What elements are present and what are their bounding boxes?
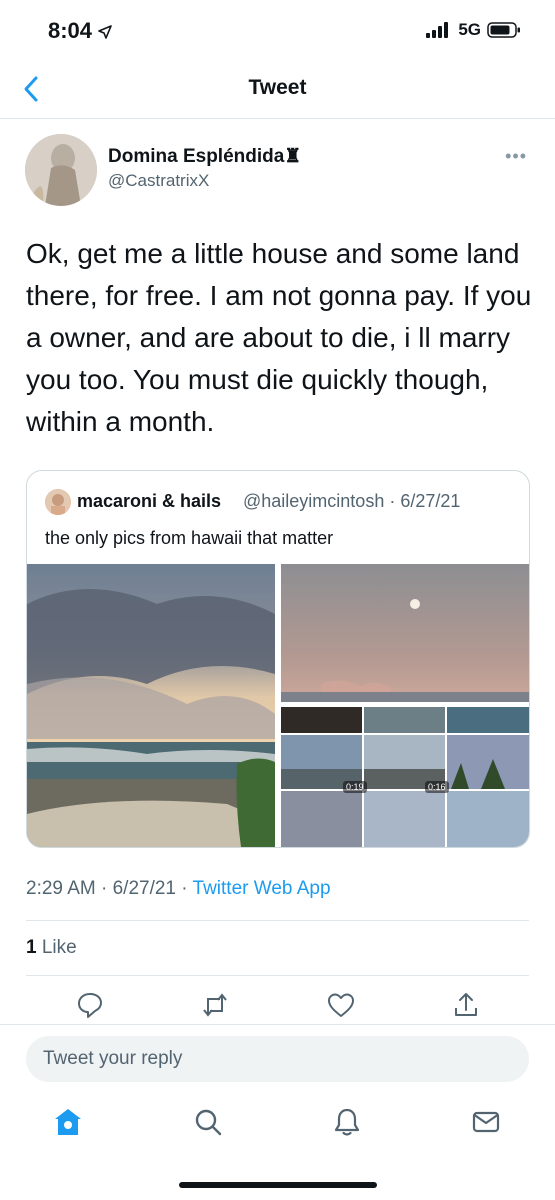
avatar[interactable] bbox=[25, 134, 97, 206]
quote-author-name: macaroni & hails bbox=[77, 491, 222, 511]
like-count[interactable]: 1 Like bbox=[26, 937, 77, 959]
home-indicator bbox=[179, 1182, 377, 1188]
search-icon[interactable] bbox=[192, 1106, 224, 1138]
reply-placeholder: Tweet your reply bbox=[43, 1048, 183, 1069]
network-label: 5G bbox=[458, 20, 481, 39]
photo-grid[interactable] bbox=[281, 707, 529, 847]
photo-sunset-beach[interactable] bbox=[27, 564, 275, 847]
battery-icon bbox=[487, 22, 520, 38]
quote-text: the only pics from hawaii that matter bbox=[45, 528, 334, 548]
status-time: 8:04 bbox=[48, 18, 112, 44]
notifications-icon[interactable] bbox=[331, 1106, 363, 1138]
location-arrow-icon bbox=[98, 25, 112, 39]
photo-moon-sky[interactable] bbox=[281, 564, 529, 702]
home-icon[interactable] bbox=[52, 1106, 84, 1138]
author-handle[interactable]: @CastratrixX bbox=[108, 171, 209, 191]
divider bbox=[0, 1024, 555, 1025]
video-duration: 0:19 bbox=[343, 781, 367, 793]
quoted-tweet[interactable]: macaroni & hails @haileyimcintosh · 6/27… bbox=[26, 470, 530, 848]
tweet-source-link[interactable]: Twitter Web App bbox=[193, 878, 331, 899]
reply-input[interactable]: Tweet your reply bbox=[26, 1036, 529, 1082]
divider bbox=[26, 975, 529, 976]
retweet-icon[interactable] bbox=[200, 990, 230, 1020]
nav-header: Tweet bbox=[0, 60, 555, 119]
messages-icon[interactable] bbox=[470, 1106, 502, 1138]
video-duration: 0:16 bbox=[425, 781, 449, 793]
tweet-text: Ok, get me a little house and some land … bbox=[26, 238, 532, 437]
like-icon[interactable] bbox=[326, 990, 356, 1020]
tweet-timestamp: 2:29 AM · 6/27/21 · Twitter Web App bbox=[26, 878, 331, 899]
author-name[interactable]: Domina Espléndida♜ bbox=[108, 145, 301, 168]
more-icon[interactable]: ••• bbox=[505, 146, 527, 167]
reply-icon[interactable] bbox=[75, 990, 105, 1020]
page-title: Tweet bbox=[248, 76, 307, 99]
divider bbox=[26, 920, 529, 921]
quote-author-handle: @haileyimcintosh · 6/27/21 bbox=[243, 491, 461, 511]
share-icon[interactable] bbox=[451, 990, 481, 1020]
signal-icon bbox=[426, 22, 449, 38]
quote-avatar bbox=[45, 489, 71, 515]
